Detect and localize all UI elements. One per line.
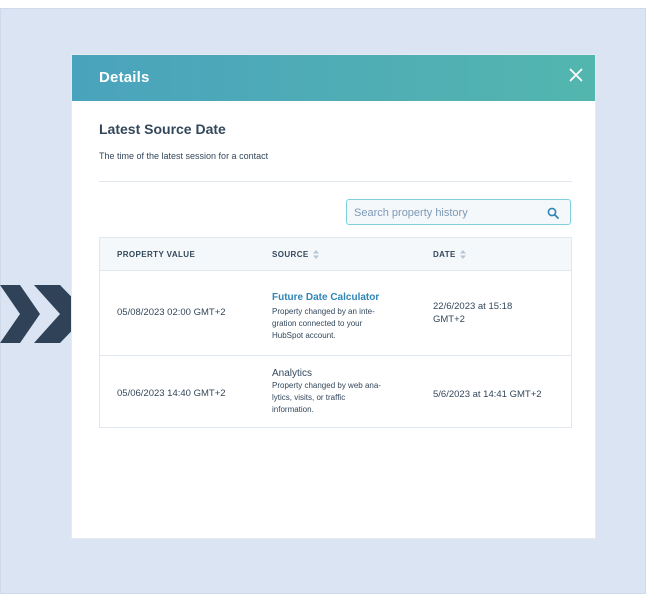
- property-value-cell: 05/06/2023 14:40 GMT+2: [117, 388, 226, 399]
- date-line: GMT+2: [433, 314, 465, 325]
- modal-header: Details: [72, 55, 595, 101]
- property-title: Latest Source Date: [99, 121, 226, 137]
- property-value-cell: 05/08/2023 02:00 GMT+2: [117, 307, 226, 318]
- property-history-table: PROPERTY VALUE SOURCE DATE 05/08/2023 02…: [99, 237, 572, 428]
- table-row: 05/06/2023 14:40 GMT+2 Analytics Propert…: [100, 356, 571, 428]
- sort-icon[interactable]: [312, 250, 319, 259]
- column-header-label: SOURCE: [272, 250, 309, 259]
- source-description-line: Property changed by an inte-: [272, 307, 375, 316]
- source-description-line: Property changed by web ana-: [272, 381, 381, 390]
- search-box[interactable]: [346, 199, 571, 225]
- search-input[interactable]: [354, 205, 534, 220]
- source-description-line: information.: [272, 405, 314, 414]
- source-description-line: gration connected to your: [272, 319, 363, 328]
- table-header: PROPERTY VALUE SOURCE DATE: [100, 238, 571, 271]
- column-header-label: PROPERTY VALUE: [117, 250, 196, 259]
- search-icon[interactable]: [547, 207, 559, 219]
- source-description: Property changed by web ana- lytics, vis…: [272, 380, 400, 416]
- date-cell: 22/6/2023 at 15:18 GMT+2: [433, 300, 543, 326]
- source-cell: Analytics Property changed by web ana- l…: [272, 368, 400, 416]
- sort-icon[interactable]: [459, 250, 466, 259]
- date-line: 5/6/2023 at 14:41 GMT+2: [433, 389, 542, 400]
- close-icon[interactable]: [569, 68, 583, 82]
- date-line: 22/6/2023 at 15:18: [433, 301, 513, 312]
- source-link[interactable]: Future Date Calculator: [272, 292, 400, 303]
- divider: [99, 181, 572, 182]
- date-cell: 5/6/2023 at 14:41 GMT+2: [433, 388, 563, 401]
- table-row: 05/08/2023 02:00 GMT+2 Future Date Calcu…: [100, 270, 571, 356]
- source-description-line: HubSpot account.: [272, 331, 336, 340]
- modal-title: Details: [99, 69, 150, 86]
- property-description: The time of the latest session for a con…: [99, 151, 269, 161]
- column-header-date[interactable]: DATE: [433, 250, 466, 259]
- column-header-label: DATE: [433, 250, 456, 259]
- source-description-line: lytics, visits, or traffic: [272, 393, 346, 402]
- source-cell: Future Date Calculator Property changed …: [272, 292, 400, 342]
- source-description: Property changed by an inte- gration con…: [272, 306, 400, 342]
- source-name: Analytics: [272, 368, 313, 379]
- column-header-property-value[interactable]: PROPERTY VALUE: [117, 250, 195, 259]
- details-modal: Details Latest Source Date The time of t…: [72, 55, 595, 538]
- column-header-source[interactable]: SOURCE: [272, 250, 319, 259]
